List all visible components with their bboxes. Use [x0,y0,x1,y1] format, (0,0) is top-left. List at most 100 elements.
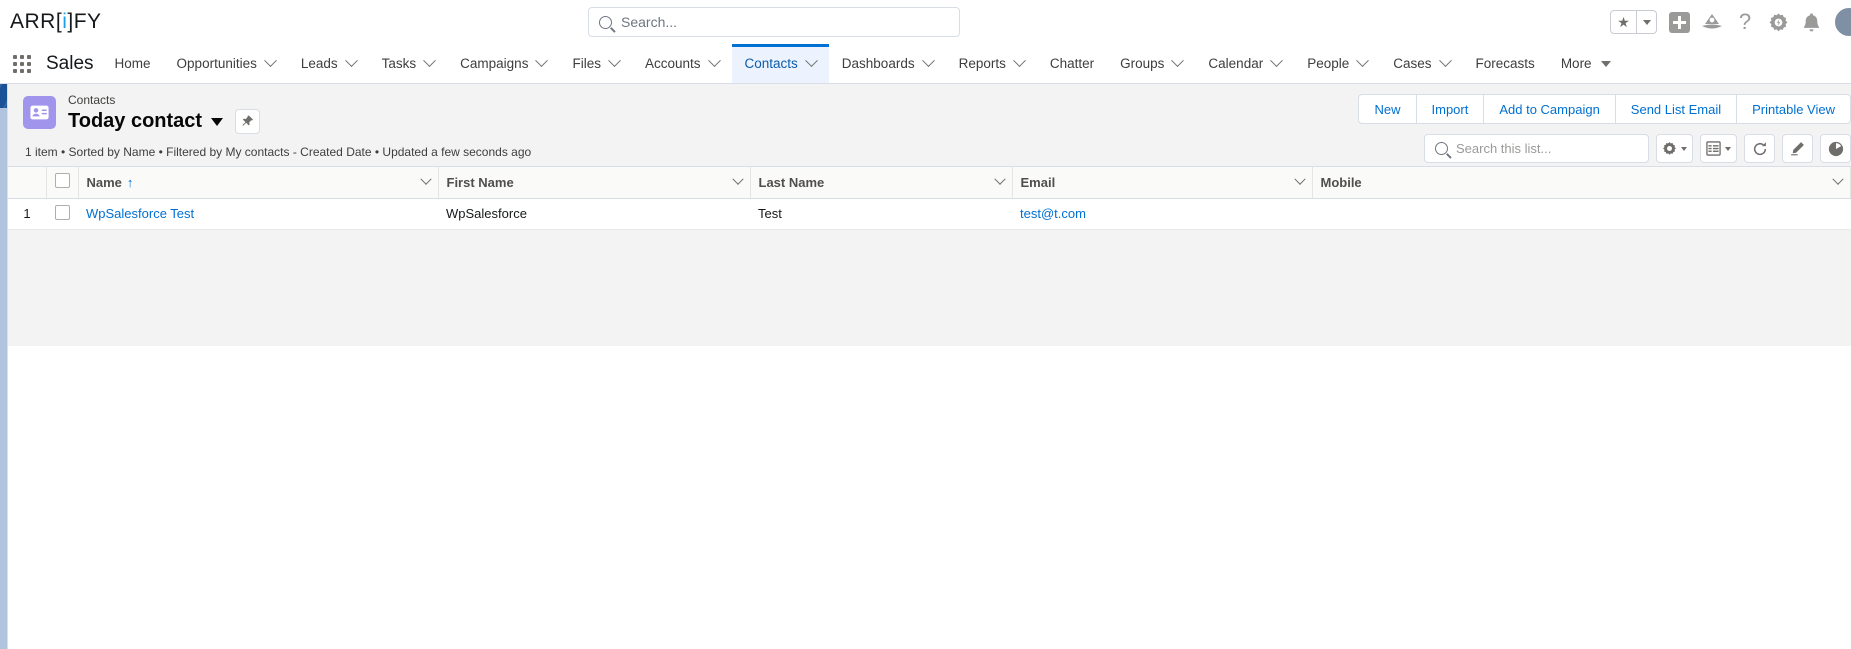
column-header-email[interactable]: Email [1012,167,1313,199]
table-header: Name ↑ First Name Last Name Email Mobile [8,167,1851,199]
chevron-down-icon[interactable] [1270,54,1284,68]
select-all-header[interactable] [46,167,79,199]
select-all-checkbox[interactable] [54,173,70,189]
column-header-name[interactable]: Name ↑ [78,167,439,199]
charts-button[interactable] [1820,134,1851,163]
chevron-down-icon[interactable] [804,54,818,68]
cell-first-name: WpSalesforce [438,198,750,230]
contact-name-link[interactable]: WpSalesforce Test [86,206,194,221]
nav-item-dashboards[interactable]: Dashboards [829,44,946,83]
chevron-down-icon[interactable] [1012,54,1026,68]
app-navigation-bar: Sales Home Opportunities Leads Tasks Campaig… [0,44,1851,84]
favorite-star-icon[interactable]: ★ [1611,11,1636,33]
send-list-email-button[interactable]: Send List Email [1616,95,1738,123]
list-view-header: Contacts Today contact 1 item • Sorted b… [8,84,1851,166]
nav-item-label: Opportunities [176,56,257,71]
nav-item-campaigns[interactable]: Campaigns [447,44,559,83]
add-to-campaign-button[interactable]: Add to Campaign [1484,95,1616,123]
nav-item-people[interactable]: People [1294,44,1380,83]
nav-item-label: Groups [1120,56,1165,71]
setup-home-button[interactable] [1701,11,1723,33]
nav-item-forecasts[interactable]: Forecasts [1463,44,1548,83]
nav-item-calendar[interactable]: Calendar [1195,44,1294,83]
global-search-box[interactable]: Search... [588,7,960,37]
help-button[interactable]: ? [1734,11,1756,33]
nav-item-cases[interactable]: Cases [1380,44,1462,83]
breadcrumb[interactable]: Contacts [68,93,260,108]
chevron-down-icon[interactable] [608,54,621,68]
edit-list-button[interactable] [1782,134,1813,163]
gear-icon [1768,12,1788,31]
list-view-toolbar: Search this list... [1424,134,1851,163]
chevron-down-icon[interactable] [1293,173,1306,186]
bell-icon [1803,12,1819,31]
row-select-cell[interactable] [46,198,78,230]
list-display-options-button[interactable] [1700,134,1737,163]
chevron-down-icon[interactable] [1832,173,1844,186]
import-button[interactable]: Import [1417,95,1485,123]
user-avatar[interactable] [1833,6,1851,38]
column-header-first-name[interactable]: First Name [438,167,751,199]
list-view-settings-button[interactable] [1656,134,1693,163]
favorites-dropdown-button[interactable] [1636,11,1656,33]
nav-item-contacts[interactable]: Contacts [731,44,830,83]
global-actions-button[interactable] [1668,11,1690,33]
printable-view-button[interactable]: Printable View [1737,95,1850,123]
search-icon [1435,142,1448,155]
favorites-group[interactable]: ★ [1610,10,1657,34]
nav-item-label: Leads [300,56,338,71]
nav-item-files[interactable]: Files [559,44,632,83]
contact-email-link[interactable]: test@t.com [1020,206,1086,221]
nav-item-leads[interactable]: Leads [288,44,369,83]
brand-logo-part1: ARR [10,10,56,33]
refresh-button[interactable] [1744,134,1775,163]
setup-gear-button[interactable] [1767,11,1789,33]
nav-item-groups[interactable]: Groups [1107,44,1195,83]
nav-item-opportunities[interactable]: Opportunities [164,44,288,83]
chevron-down-icon[interactable] [263,54,277,68]
new-button[interactable]: New [1359,95,1417,123]
brand-logo[interactable]: ARR[i]FY [10,10,102,34]
nav-item-more[interactable]: More [1548,44,1624,83]
list-view-selector-chevron-icon[interactable] [211,117,224,126]
chevron-down-icon[interactable] [1171,54,1185,68]
chevron-down-icon[interactable] [707,54,721,68]
chevron-down-icon[interactable] [993,173,1006,186]
list-search-placeholder: Search this list... [1456,141,1552,156]
column-header-last-name-label: Last Name [758,174,825,190]
table-view-icon [1706,141,1721,156]
list-view-page: Contacts Today contact 1 item • Sorted b… [7,84,1851,649]
chevron-down-icon[interactable] [1356,54,1370,68]
nav-item-label: Tasks [381,56,417,71]
app-launcher-button[interactable] [0,44,44,83]
nav-item-reports[interactable]: Reports [946,44,1037,83]
nav-item-label: Chatter [1049,56,1095,71]
column-header-mobile[interactable]: Mobile [1312,167,1851,199]
chevron-down-icon [1642,19,1651,25]
chevron-down-icon[interactable] [344,54,358,68]
nav-item-tasks[interactable]: Tasks [369,44,448,83]
current-app-name[interactable]: Sales [44,44,102,83]
chevron-down-icon[interactable] [1438,54,1452,68]
chevron-down-icon[interactable] [731,173,744,186]
empty-list-area [8,346,1851,649]
chevron-down-icon[interactable] [921,54,935,68]
nav-item-chatter[interactable]: Chatter [1037,44,1107,83]
nav-item-home[interactable]: Home [102,44,164,83]
list-view-actions: New Import Add to Campaign Send List Email P… [1358,94,1851,124]
nav-item-accounts[interactable]: Accounts [632,44,732,83]
column-header-last-name[interactable]: Last Name [750,167,1013,199]
notifications-button[interactable] [1800,11,1822,33]
setup-mountain-icon [1702,14,1722,29]
list-view-title-row: Today contact [68,109,261,134]
chevron-down-icon[interactable] [535,54,549,68]
triangle-down-icon[interactable] [1600,60,1611,67]
pin-list-view-button[interactable] [235,109,261,134]
row-checkbox[interactable] [54,204,70,220]
chevron-down-icon[interactable] [423,54,437,68]
nav-item-label: Home [114,56,151,71]
chevron-down-icon[interactable] [419,173,432,186]
table-row[interactable]: 1 WpSalesforce Test WpSalesforce Test test@t… [8,198,1851,230]
contact-card-icon [30,105,49,120]
list-search-input[interactable]: Search this list... [1424,134,1649,163]
